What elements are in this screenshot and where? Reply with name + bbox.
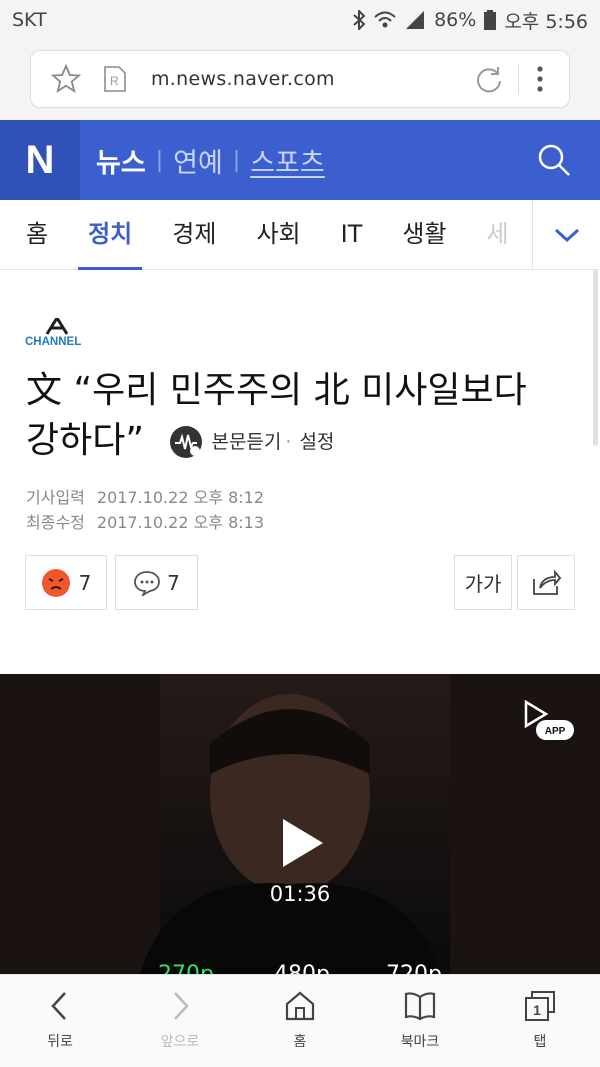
divider <box>518 64 519 94</box>
app-badge-label: APP <box>545 726 566 737</box>
title-line-2: 강하다” <box>26 420 145 461</box>
signal-icon <box>406 11 425 29</box>
chevron-down-icon <box>554 228 579 242</box>
press-name: CHANNEL <box>25 336 81 346</box>
nav-link-entertainment[interactable]: 연예 <box>173 141 223 180</box>
tabs-button[interactable]: 1 탭 <box>480 975 600 1067</box>
status-bar: SKT 86% 오후 5:56 <box>0 0 600 40</box>
scrollbar[interactable] <box>593 270 598 446</box>
browser-toolbar: R m.news.naver.com <box>0 40 600 120</box>
tabs-icon: 1 <box>525 991 555 1021</box>
tabs-label: 탭 <box>533 1034 547 1050</box>
video-player[interactable] <box>0 674 600 974</box>
reaction-button[interactable]: 7 <box>25 555 107 610</box>
battery-icon <box>484 10 497 30</box>
press-logo[interactable]: CHANNEL <box>25 318 89 346</box>
tts-button[interactable]: 본문듣기 <box>211 431 281 453</box>
wifi-icon <box>374 11 396 28</box>
tts-settings-button[interactable]: 설정 <box>299 431 334 453</box>
naver-logo[interactable]: N <box>0 120 80 200</box>
nav-separator: | <box>232 147 241 173</box>
book-icon <box>404 992 436 1021</box>
tab-home[interactable]: 홈 <box>26 200 48 270</box>
published-time: 2017.10.22 오후 8:12 <box>96 488 265 507</box>
bluetooth-icon <box>353 10 366 30</box>
comment-button[interactable]: 7 <box>115 555 198 610</box>
tab-count: 1 <box>533 1002 541 1018</box>
tab-life[interactable]: 생활 <box>402 200 446 270</box>
title-line-1: 文 “우리 민주주의 北 미사일보다 <box>26 370 527 411</box>
tab-it[interactable]: IT <box>341 200 363 270</box>
reaction-count: 7 <box>78 570 92 595</box>
forward-label: 앞으로 <box>160 1034 200 1050</box>
comment-icon <box>134 570 161 596</box>
nav-link-sports[interactable]: 스포츠 <box>250 141 325 180</box>
back-button[interactable]: 뒤로 <box>0 975 120 1067</box>
reader-mode-icon[interactable]: R <box>101 65 129 93</box>
bookmark-label: 북마크 <box>400 1034 440 1050</box>
article-title: 文 “우리 민주주의 北 미사일보다 강하다” 본문듣기 · 설정 <box>26 366 571 467</box>
browser-bottom-nav: 뒤로 앞으로 홈 북마크 1 탭 <box>0 974 600 1067</box>
share-button[interactable] <box>517 555 575 610</box>
published-info: 기사입력 2017.10.22 오후 8:12 <box>26 484 264 508</box>
svg-text:R: R <box>110 74 119 88</box>
share-icon <box>533 569 561 595</box>
section-nav: 뉴스 | 연예 | 스포츠 <box>96 141 325 180</box>
url-text[interactable]: m.news.naver.com <box>151 68 474 90</box>
updated-info: 최종수정 2017.10.22 오후 8:13 <box>26 509 264 533</box>
nav-separator: | <box>155 147 164 173</box>
tab-world[interactable]: 세 <box>487 200 509 270</box>
more-menu-icon[interactable] <box>537 65 543 93</box>
speaker-icon[interactable] <box>169 425 203 459</box>
category-tabs: 홈 정치 경제 사회 IT 생활 세 <box>0 199 600 270</box>
published-label: 기사입력 <box>26 488 85 507</box>
video-app-badge[interactable]: APP <box>522 696 576 746</box>
tab-society[interactable]: 사회 <box>256 200 300 270</box>
angry-face-icon <box>41 568 70 597</box>
video-thumbnail <box>0 674 600 974</box>
font-size-button[interactable]: 가가 <box>454 555 512 610</box>
updated-time: 2017.10.22 오후 8:13 <box>96 513 265 532</box>
bookmark-button[interactable]: 북마크 <box>360 975 480 1067</box>
carrier-label: SKT <box>12 9 47 31</box>
bookmark-star-icon[interactable] <box>51 64 81 94</box>
comment-count: 7 <box>167 570 180 595</box>
chevron-left-icon <box>51 992 66 1020</box>
expand-categories-button[interactable] <box>532 199 600 270</box>
tab-economy[interactable]: 경제 <box>172 200 216 270</box>
home-icon <box>285 991 315 1021</box>
address-bar[interactable]: R m.news.naver.com <box>30 50 570 108</box>
updated-label: 최종수정 <box>26 513 85 532</box>
battery-percent: 86% <box>434 9 477 31</box>
tab-politics[interactable]: 정치 <box>78 200 143 270</box>
home-button[interactable]: 홈 <box>240 975 360 1067</box>
forward-button[interactable]: 앞으로 <box>120 975 240 1067</box>
nav-link-news[interactable]: 뉴스 <box>96 141 146 180</box>
clock: 오후 5:56 <box>504 10 588 33</box>
reload-icon[interactable] <box>474 64 504 94</box>
video-duration: 01:36 <box>269 882 331 906</box>
search-icon[interactable] <box>536 142 572 178</box>
back-label: 뒤로 <box>47 1034 73 1050</box>
home-label: 홈 <box>293 1034 307 1050</box>
dot-separator: · <box>285 431 292 453</box>
font-size-label: 가가 <box>464 572 502 596</box>
chevron-right-icon <box>174 992 189 1020</box>
site-header: N 뉴스 | 연예 | 스포츠 <box>0 120 600 200</box>
